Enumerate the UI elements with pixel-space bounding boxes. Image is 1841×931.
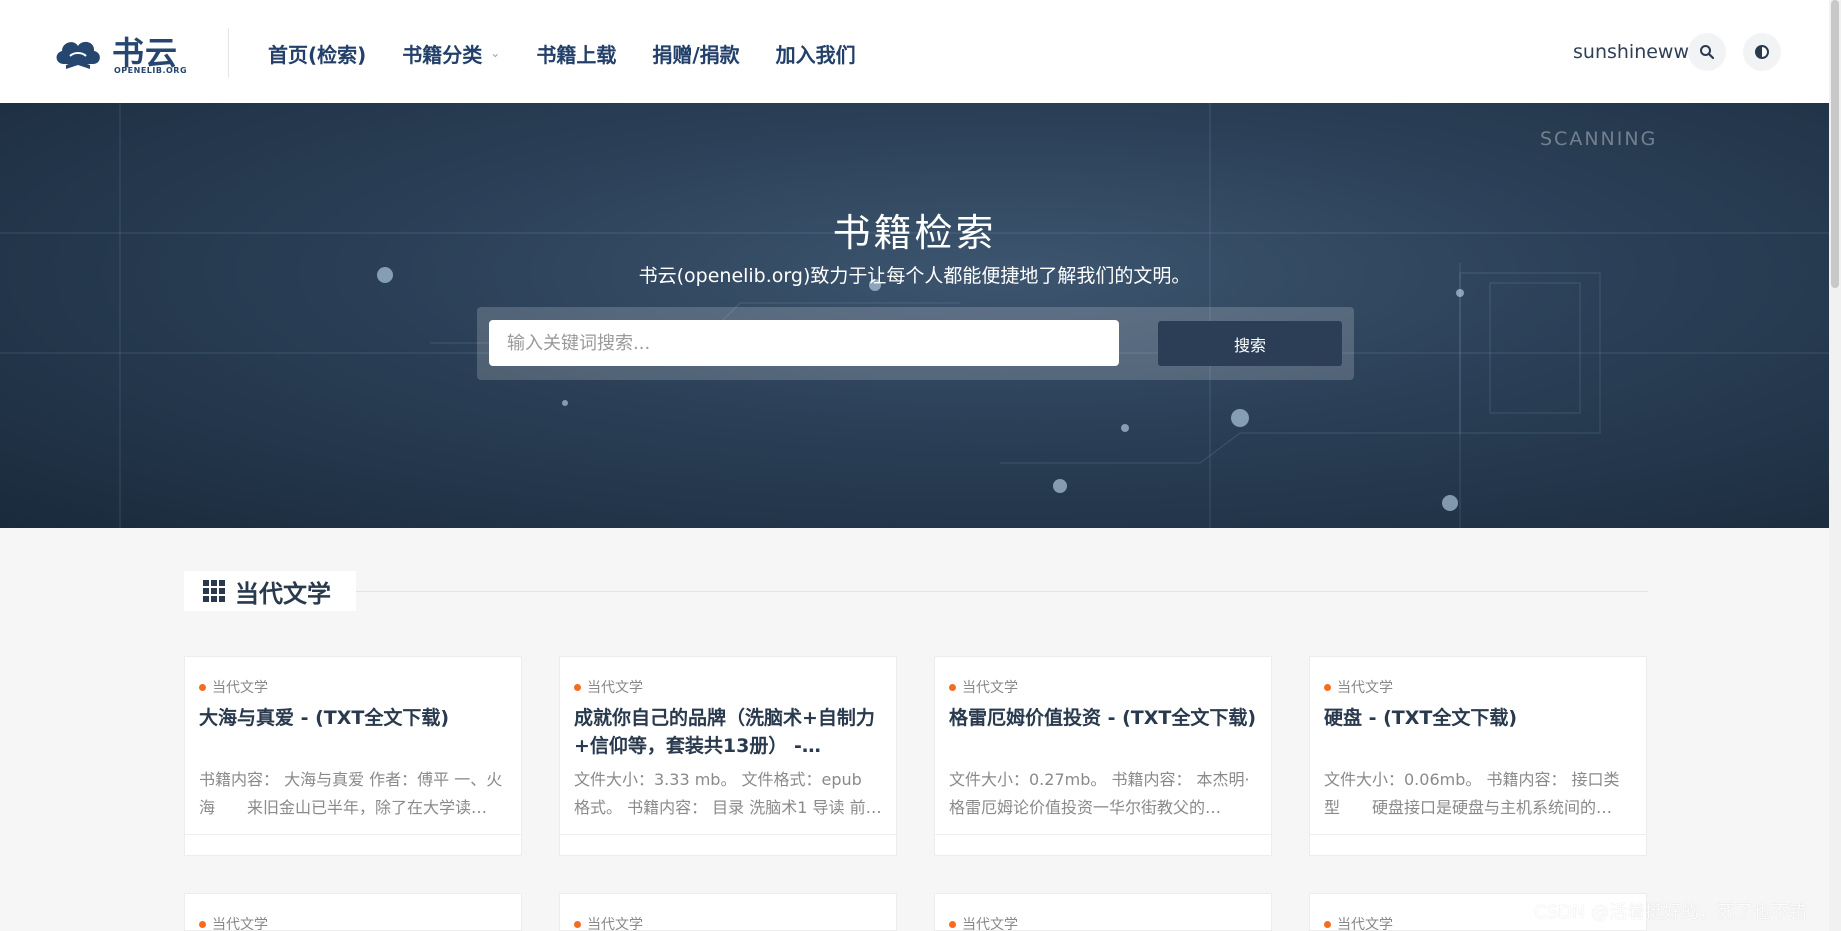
dot-icon — [199, 920, 206, 928]
hero-subtitle: 书云(openelib.org)致力于让每个人都能便捷地了解我们的文明。 — [638, 265, 1191, 287]
nav-item-label: 加入我们 — [775, 42, 856, 67]
header-divider — [228, 28, 229, 78]
grid-icon — [203, 580, 225, 602]
site-header: 书云 OPENELIB.ORG 首页(检索) 书籍分类 ⌄ 书籍上载 捐赠/捐款 … — [0, 0, 1829, 104]
logo-subtext: OPENELIB.ORG — [114, 66, 188, 75]
dot-icon — [574, 683, 581, 691]
dot-icon — [949, 920, 956, 928]
book-card[interactable]: 当代文学 大海与真爱 - (TXT全文下载) 书籍内容： 大海与真爱 作者：傅平… — [184, 656, 522, 856]
nav-item-donate[interactable]: 捐赠/捐款 — [652, 40, 740, 67]
dot-icon — [574, 920, 581, 928]
card-title[interactable]: 大海与真爱 - (TXT全文下载) — [199, 704, 507, 732]
card-category-label: 当代文学 — [587, 680, 643, 696]
card-description: 书籍内容： 大海与真爱 作者：傅平 一、火海 来旧金山已半年，除了在大学读… — [199, 770, 503, 817]
card-description: 文件大小：0.27mb。 书籍内容： 本杰明·格雷厄姆论价值投资一华尔街教父的… — [949, 770, 1250, 817]
card-footer-divider — [560, 834, 896, 835]
theme-toggle-icon — [1755, 45, 1769, 59]
main-nav: 首页(检索) 书籍分类 ⌄ 书籍上载 捐赠/捐款 加入我们 — [268, 40, 892, 67]
card-category-label: 当代文学 — [212, 917, 268, 931]
card-category-label: 当代文学 — [962, 680, 1018, 696]
card-category-label: 当代文学 — [1337, 917, 1393, 931]
card-description: 文件大小：3.33 mb。 文件格式：epub 格式。 书籍内容： 目录 洗脑术… — [574, 770, 866, 817]
card-category-label: 当代文学 — [587, 917, 643, 931]
search-input[interactable] — [489, 320, 1119, 366]
search-form: 搜索 — [477, 307, 1354, 380]
dot-icon — [949, 683, 956, 691]
hero-banner: SCANNING 书籍检索 书云(openelib.org)致力于让每个人都能便… — [0, 103, 1829, 528]
section-divider — [356, 591, 1648, 592]
card-category-tag[interactable]: 当代文学 — [949, 677, 1018, 697]
section-title: 当代文学 — [235, 579, 331, 608]
card-title[interactable]: 成就你自己的品牌（洗脑术+自制力+信仰等，套装共13册） - (EPUB… — [574, 704, 882, 760]
section-header: 当代文学 — [184, 571, 356, 611]
card-category-tag[interactable]: 当代文学 — [574, 914, 643, 931]
book-card[interactable]: 当代文学 — [559, 893, 897, 931]
card-footer-divider — [935, 834, 1271, 835]
card-description: 文件大小：0.06mb。 书籍内容： 接口类型 硬盘接口是硬盘与主机系统间的… — [1324, 770, 1620, 817]
search-icon — [1700, 45, 1715, 60]
csdn-watermark: CSDN @活着挺好的，死了也不错 — [1534, 902, 1808, 923]
hero-title: 书籍检索 — [832, 211, 997, 255]
book-card[interactable]: 当代文学 硬盘 - (TXT全文下载) 文件大小：0.06mb。 书籍内容： 接… — [1309, 656, 1647, 856]
nav-item-home[interactable]: 首页(检索) — [268, 40, 367, 67]
user-name-link[interactable]: sunshineww — [1573, 41, 1689, 63]
card-category-tag[interactable]: 当代文学 — [1324, 914, 1393, 931]
search-button[interactable] — [1688, 33, 1726, 71]
book-card[interactable]: 当代文学 成就你自己的品牌（洗脑术+自制力+信仰等，套装共13册） - (EPU… — [559, 656, 897, 856]
dot-icon — [1324, 920, 1331, 928]
card-category-label: 当代文学 — [212, 680, 268, 696]
nav-item-categories[interactable]: 书籍分类 ⌄ — [402, 40, 501, 67]
book-card[interactable]: 当代文学 格雷厄姆价值投资 - (TXT全文下载) 文件大小：0.27mb。 书… — [934, 656, 1272, 856]
page-scrollbar[interactable] — [1829, 0, 1841, 931]
nav-item-label: 书籍分类 — [402, 42, 483, 67]
cloud-book-icon — [56, 41, 100, 69]
nav-item-label: 书籍上载 — [536, 42, 617, 67]
nav-item-label: 捐赠/捐款 — [652, 42, 740, 67]
card-category-tag[interactable]: 当代文学 — [199, 677, 268, 697]
card-title[interactable]: 硬盘 - (TXT全文下载) — [1324, 704, 1632, 732]
theme-toggle-button[interactable] — [1743, 33, 1781, 71]
card-category-label: 当代文学 — [1337, 680, 1393, 696]
search-submit-button[interactable]: 搜索 — [1158, 321, 1342, 366]
card-title[interactable]: 格雷厄姆价值投资 - (TXT全文下载) — [949, 704, 1257, 732]
chevron-down-icon: ⌄ — [490, 46, 501, 60]
book-card[interactable]: 当代文学 — [184, 893, 522, 931]
card-footer-divider — [185, 834, 521, 835]
card-category-label: 当代文学 — [962, 917, 1018, 931]
nav-item-join[interactable]: 加入我们 — [775, 40, 856, 67]
nav-item-label: 首页(检索) — [268, 42, 367, 67]
card-category-tag[interactable]: 当代文学 — [1324, 677, 1393, 697]
scrollbar-thumb[interactable] — [1831, 0, 1839, 288]
book-card[interactable]: 当代文学 — [934, 893, 1272, 931]
dot-icon — [1324, 683, 1331, 691]
dot-icon — [199, 683, 206, 691]
card-category-tag[interactable]: 当代文学 — [574, 677, 643, 697]
site-logo[interactable]: 书云 OPENELIB.ORG — [52, 30, 187, 75]
card-category-tag[interactable]: 当代文学 — [949, 914, 1018, 931]
card-footer-divider — [1310, 834, 1646, 835]
card-category-tag[interactable]: 当代文学 — [199, 914, 268, 931]
hero-decoration-text: SCANNING — [1540, 128, 1658, 150]
nav-item-upload[interactable]: 书籍上载 — [536, 40, 617, 67]
